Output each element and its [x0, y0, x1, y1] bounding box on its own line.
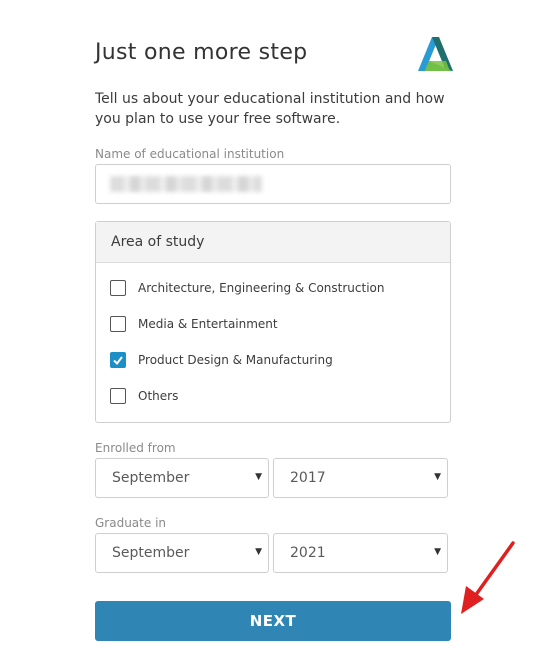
red-arrow-icon [461, 541, 515, 614]
area-of-study-box: Area of study Architecture, Engineering … [95, 221, 451, 423]
area-of-study-heading: Area of study [96, 222, 450, 263]
study-option-others[interactable]: Others [110, 386, 178, 406]
study-option-product-design[interactable]: Product Design & Manufacturing [110, 350, 333, 370]
chevron-down-icon: ▼ [255, 547, 262, 557]
chevron-down-icon: ▼ [255, 472, 262, 482]
blurred-institution-name [110, 176, 262, 192]
graduate-year-select[interactable]: 2021 ▼ [273, 533, 448, 573]
media-checkbox[interactable] [110, 316, 126, 332]
enrolled-from-label: Enrolled from [95, 441, 176, 455]
enrolled-year-value: 2017 [290, 470, 326, 486]
others-checkbox[interactable] [110, 388, 126, 404]
page-title: Just one more step [95, 40, 308, 65]
graduate-month-value: September [112, 545, 190, 561]
study-option-label: Others [138, 389, 179, 403]
study-option-label: Architecture, Engineering & Construction [138, 281, 385, 295]
architecture-checkbox[interactable] [110, 280, 126, 296]
graduate-in-label: Graduate in [95, 516, 167, 530]
study-option-label: Media & Entertainment [138, 317, 278, 331]
checkmark-icon [113, 356, 123, 366]
enrolled-month-value: September [112, 470, 190, 486]
enrolled-month-select[interactable]: September ▼ [95, 458, 269, 498]
chevron-down-icon: ▼ [434, 547, 441, 557]
study-option-media[interactable]: Media & Entertainment [110, 314, 278, 334]
institution-input[interactable] [95, 164, 451, 204]
page-subtitle: Tell us about your educational instituti… [95, 91, 445, 127]
study-option-architecture[interactable]: Architecture, Engineering & Construction [110, 278, 385, 298]
autodesk-logo-icon [418, 37, 453, 71]
study-option-label: Product Design & Manufacturing [138, 353, 333, 367]
next-button[interactable]: NEXT [95, 601, 451, 641]
enrolled-year-select[interactable]: 2017 ▼ [273, 458, 448, 498]
graduate-month-select[interactable]: September ▼ [95, 533, 269, 573]
product-design-checkbox[interactable] [110, 352, 126, 368]
graduate-year-value: 2021 [290, 545, 326, 561]
institution-label: Name of educational institution [95, 147, 285, 161]
chevron-down-icon: ▼ [434, 472, 441, 482]
